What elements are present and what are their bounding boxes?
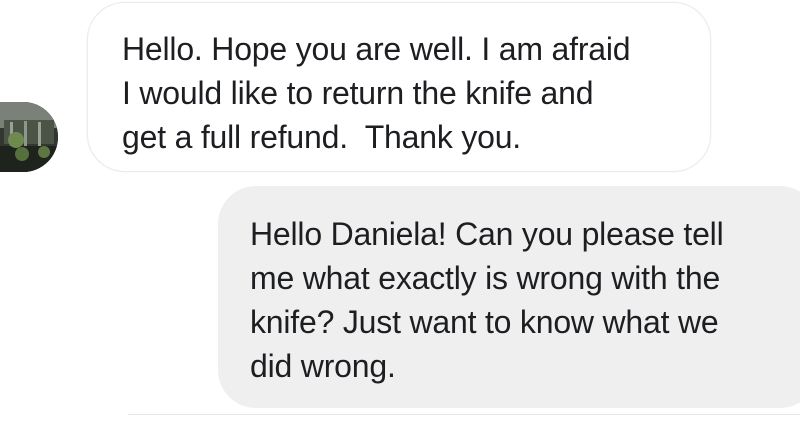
- incoming-message-line: get a full refund. Thank you.: [122, 119, 522, 155]
- outgoing-message-line: knife? Just want to know what we: [250, 304, 719, 340]
- profile-photo-icon: [0, 102, 58, 172]
- outgoing-message-line: Hello Daniela! Can you please tell: [250, 216, 724, 252]
- incoming-message-line: I would like to return the knife and: [122, 75, 594, 111]
- chat-thread: Hello. Hope you are well. I am afraid I …: [0, 0, 800, 420]
- outgoing-message-line: me what exactly is wrong with the: [250, 260, 721, 296]
- outgoing-message-bubble[interactable]: Hello Daniela! Can you please tell me wh…: [218, 186, 800, 408]
- incoming-message-bubble[interactable]: Hello. Hope you are well. I am afraid I …: [87, 2, 711, 172]
- incoming-message-line: Hello. Hope you are well. I am afraid: [122, 31, 631, 67]
- outgoing-message-line: did wrong.: [250, 348, 396, 384]
- sender-avatar[interactable]: [0, 102, 58, 172]
